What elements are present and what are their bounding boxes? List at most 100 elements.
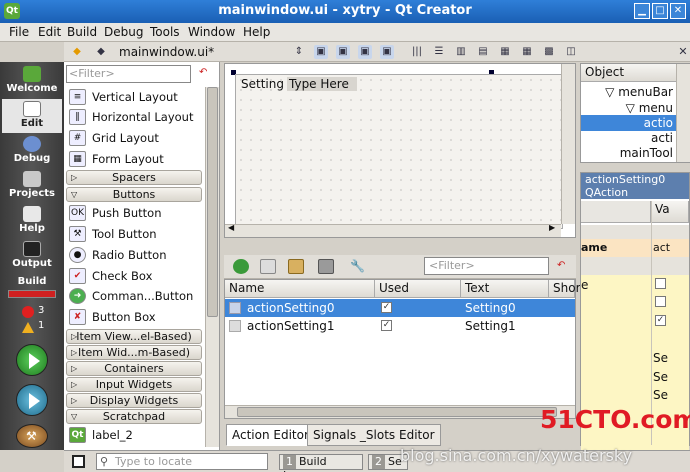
mode-projects[interactable]: Projects (2, 169, 62, 203)
form-menu-type-here[interactable]: Type Here (287, 77, 357, 91)
property-value[interactable]: Se (653, 351, 668, 365)
widget-item[interactable]: ⚒ Tool Button (66, 224, 204, 244)
property-checkbox-checked[interactable]: ✓ (655, 315, 666, 326)
tab-signals-slots-editor[interactable]: Signals _Slots Editor (307, 424, 441, 446)
edit-signals-icon[interactable]: ▣ (336, 45, 350, 59)
column-header-name[interactable]: Name (225, 280, 375, 298)
widget-item[interactable]: OK Push Button (66, 203, 204, 223)
layout-form-icon[interactable]: ▦ (498, 45, 512, 59)
widget-item[interactable]: ≡ Vertical Layout (66, 87, 204, 107)
close-editor-icon[interactable]: ✕ (676, 45, 690, 59)
object-column-header[interactable]: Object (581, 64, 677, 82)
column-header-used[interactable]: Used (375, 280, 461, 298)
table-horizontal-scrollbar[interactable] (225, 405, 575, 418)
used-checkbox[interactable]: ✓ (381, 320, 392, 331)
delete-action-icon[interactable] (318, 259, 334, 274)
output-pane-build-issues[interactable]: 1Build Issues (279, 454, 363, 472)
object-tree-item[interactable]: ▽ menu (581, 100, 677, 116)
property-checkbox[interactable] (655, 278, 666, 289)
settings-wrench-icon[interactable]: 🔧 (350, 259, 366, 274)
table-row[interactable]: actionSetting0 ✓ Setting0 (225, 299, 575, 317)
tab-action-editor[interactable]: Action Editor (226, 424, 315, 446)
category-item-widgets[interactable]: ▷ Item Wid...m-Based) (66, 345, 202, 360)
property-checkbox[interactable] (655, 296, 666, 307)
toggle-sidebar-icon[interactable] (72, 455, 85, 468)
forward-arrow-icon[interactable]: ◆ (94, 45, 108, 59)
category-item-views[interactable]: ▷ Item View...el-Based) (66, 329, 202, 344)
property-value[interactable]: Se (653, 388, 668, 402)
minimize-button[interactable]: ▁ (634, 3, 650, 19)
category-scratchpad[interactable]: ▽ Scratchpad (66, 409, 202, 424)
widget-item[interactable]: ✔ Check Box (66, 266, 204, 286)
new-action-icon[interactable] (233, 259, 249, 274)
property-column-header[interactable] (581, 201, 651, 223)
main-window-form[interactable]: Setting Type Here (235, 74, 563, 229)
widget-item[interactable]: ▦ Form Layout (66, 149, 204, 169)
mode-welcome[interactable]: Welcome (2, 64, 62, 98)
object-inspector-scrollbar[interactable] (676, 64, 690, 162)
used-checkbox[interactable]: ✓ (381, 302, 392, 313)
widget-filter-input[interactable]: <Filter> (66, 65, 191, 83)
edit-widgets-icon[interactable]: ▣ (314, 45, 328, 59)
scroll-right-arrow-icon[interactable]: ▶ (549, 223, 555, 232)
category-display-widgets[interactable]: ▷ Display Widgets (66, 393, 202, 408)
widget-item[interactable]: ‖ Horizontal Layout (66, 107, 204, 127)
property-name-row[interactable]: ame act (581, 239, 689, 257)
locate-input[interactable]: ⚲ Type to locate (96, 453, 268, 470)
layout-vertical-icon[interactable]: ☰ (432, 45, 446, 59)
form-horizontal-scrollbar[interactable]: ◀ ▶ (225, 223, 561, 237)
category-spacers[interactable]: ▷ Spacers (66, 170, 202, 185)
action-filter-input[interactable]: <Filter> (424, 257, 549, 275)
mode-debug[interactable]: Debug (2, 134, 62, 168)
mode-output[interactable]: Output (2, 239, 62, 273)
value-column-header[interactable]: Va (651, 201, 689, 223)
menu-file[interactable]: File (9, 25, 29, 39)
mode-help[interactable]: Help (2, 204, 62, 238)
menu-window[interactable]: Window (188, 25, 235, 39)
maximize-button[interactable]: □ (652, 3, 668, 19)
form-vertical-scrollbar[interactable] (561, 64, 575, 224)
object-tree-item[interactable]: acti (581, 130, 677, 146)
object-tree-item[interactable]: mainTool (581, 145, 677, 161)
paste-action-icon[interactable] (288, 259, 304, 274)
column-header-shortcut[interactable]: Shor (549, 280, 581, 298)
scrollbar-thumb[interactable] (237, 407, 557, 417)
close-button[interactable]: ✕ (670, 3, 686, 19)
widget-item[interactable]: # Grid Layout (66, 128, 204, 148)
scroll-left-arrow-icon[interactable]: ◀ (228, 223, 234, 232)
copy-action-icon[interactable] (260, 259, 276, 274)
category-buttons[interactable]: ▽ Buttons (66, 187, 202, 202)
object-tree-item[interactable]: ▽ menuBar (581, 84, 677, 100)
category-input-widgets[interactable]: ▷ Input Widgets (66, 377, 202, 392)
adjust-size-icon[interactable]: ◫ (564, 45, 578, 59)
debug-run-button[interactable] (16, 384, 48, 416)
layout-grid-icon[interactable]: ▦ (520, 45, 534, 59)
menu-edit[interactable]: Edit (38, 25, 61, 39)
file-dropdown-icon[interactable]: ⇕ (292, 45, 306, 59)
table-row[interactable]: actionSetting1 ✓ Setting1 (225, 317, 575, 335)
widget-item[interactable]: Qt label_2 (66, 425, 204, 445)
menu-tools[interactable]: Tools (150, 25, 180, 39)
back-arrow-icon[interactable]: ◆ (70, 45, 84, 59)
menu-debug[interactable]: Debug (104, 25, 143, 39)
break-layout-icon[interactable]: ▩ (542, 45, 556, 59)
form-editor-canvas[interactable]: Setting Type Here ◀ ▶ (224, 63, 576, 238)
edit-tab-order-icon[interactable]: ▣ (380, 45, 394, 59)
property-value[interactable]: Se (653, 370, 668, 384)
widget-item[interactable]: ➜ Comman...Button (66, 286, 204, 306)
widget-item[interactable]: ✘ Button Box (66, 307, 204, 327)
form-menu-setting[interactable]: Setting (239, 77, 286, 91)
edit-buddies-icon[interactable]: ▣ (358, 45, 372, 59)
menu-help[interactable]: Help (243, 25, 270, 39)
build-all-button[interactable]: ⚒ (16, 424, 48, 448)
layout-v-splitter-icon[interactable]: ▤ (476, 45, 490, 59)
run-button[interactable] (16, 344, 48, 376)
column-header-text[interactable]: Text (461, 280, 549, 298)
widget-item[interactable]: ● Radio Button (66, 245, 204, 265)
layout-h-splitter-icon[interactable]: ▥ (454, 45, 468, 59)
menu-build[interactable]: Build (67, 25, 97, 39)
scrollbar-thumb[interactable] (207, 87, 218, 317)
category-containers[interactable]: ▷ Containers (66, 361, 202, 376)
clear-filter-icon[interactable]: ↶ (199, 67, 207, 78)
layout-horizontal-icon[interactable]: ||| (410, 45, 424, 59)
